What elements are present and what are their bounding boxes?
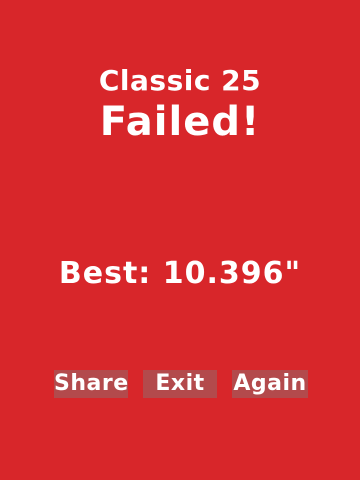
result-message: Failed! xyxy=(99,99,261,145)
mode-title: Classic 25 xyxy=(98,64,262,97)
best-time: Best: 10.396" xyxy=(58,256,302,291)
exit-button[interactable]: Exit xyxy=(143,370,217,398)
share-button[interactable]: Share xyxy=(54,370,128,398)
game-over-screen: Classic 25 Failed! Best: 10.396" Share E… xyxy=(0,0,360,480)
again-button[interactable]: Again xyxy=(232,370,308,398)
